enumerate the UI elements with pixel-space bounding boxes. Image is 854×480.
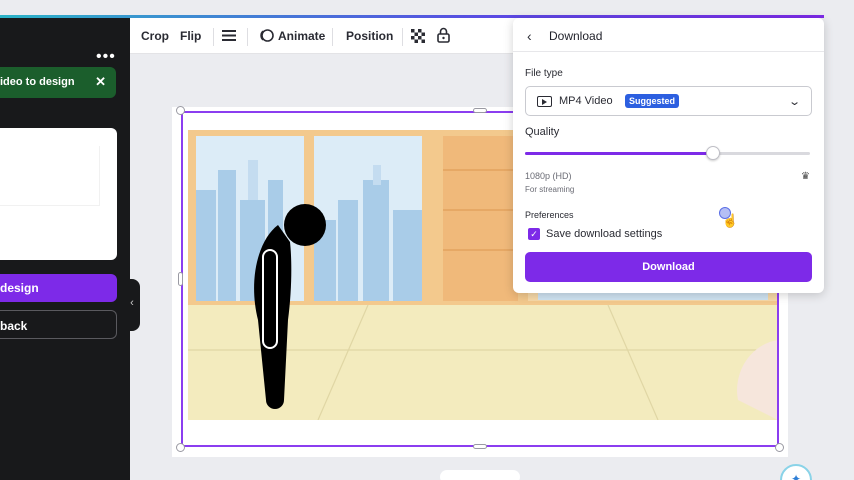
back-button-label: back	[0, 319, 28, 333]
primary-design-button[interactable]: design	[0, 274, 117, 302]
close-icon[interactable]: ✕	[95, 74, 106, 90]
chevron-left-icon[interactable]: ‹	[527, 28, 532, 44]
quality-slider-thumb[interactable]	[706, 146, 721, 160]
resize-handle-bottom[interactable]	[473, 444, 487, 449]
resize-handle-bottom-left[interactable]	[176, 443, 185, 452]
crown-icon: ♛	[801, 171, 810, 182]
chevron-left-icon: ‹	[130, 297, 134, 309]
page-controls[interactable]	[440, 470, 520, 480]
toolbar-divider	[332, 28, 333, 46]
panel-divider	[513, 51, 824, 52]
checkerboard-icon[interactable]	[411, 29, 425, 48]
back-button[interactable]: back	[0, 310, 117, 339]
crop-button[interactable]: Crop	[141, 29, 169, 43]
video-file-icon	[537, 96, 552, 107]
download-panel-title: Download	[549, 29, 603, 43]
primary-design-button-label: design	[0, 281, 39, 295]
resize-handle-top[interactable]	[473, 108, 487, 113]
suggested-badge: Suggested	[625, 94, 680, 108]
chevron-down-icon: ⌄	[787, 96, 801, 108]
align-lines-icon[interactable]	[222, 29, 236, 47]
thumbnail-grid	[0, 146, 100, 206]
hand-pointer-icon: ☝	[722, 213, 739, 228]
resize-handle-bottom-right[interactable]	[775, 443, 784, 452]
toast-message: ideo to design	[0, 76, 75, 88]
flip-button[interactable]: Flip	[180, 29, 201, 43]
quality-slider-fill	[525, 152, 714, 155]
left-side-panel: ••• ideo to design ✕ design back	[0, 18, 130, 480]
more-dots-icon[interactable]: •••	[96, 48, 116, 66]
resolution-value: 1080p (HD)	[525, 171, 572, 181]
save-settings-checkbox[interactable]: ✓	[528, 228, 540, 240]
design-thumbnail[interactable]	[0, 128, 117, 260]
file-type-value: MP4 Video	[559, 95, 613, 107]
resolution-note: For streaming	[525, 185, 575, 194]
resize-handle-left[interactable]	[178, 272, 183, 286]
quality-label: Quality	[525, 126, 560, 138]
download-panel: ‹ Download File type MP4 Video Suggested…	[513, 18, 824, 293]
animate-button[interactable]: Animate	[278, 29, 325, 43]
position-button[interactable]: Position	[346, 29, 393, 43]
animate-icon	[259, 28, 274, 48]
resize-handle-top-left[interactable]	[176, 106, 185, 115]
preferences-label: Preferences	[525, 210, 574, 220]
toolbar-divider	[213, 28, 214, 46]
download-button[interactable]: Download	[525, 252, 812, 282]
toolbar-divider	[402, 28, 403, 46]
file-type-label: File type	[525, 68, 563, 79]
lock-icon[interactable]	[437, 27, 450, 48]
magic-sparkle-icon[interactable]: ✦	[780, 464, 812, 480]
collapse-panel-tab[interactable]: ‹	[124, 279, 140, 331]
editor-toolbar: Crop Flip Animate Position	[130, 18, 530, 54]
save-settings-label[interactable]: Save download settings	[546, 228, 662, 240]
quality-slider[interactable]	[525, 152, 810, 155]
success-toast: ideo to design ✕	[0, 67, 116, 98]
file-type-select[interactable]: MP4 Video Suggested ⌄	[525, 86, 812, 116]
toolbar-divider	[247, 28, 248, 46]
